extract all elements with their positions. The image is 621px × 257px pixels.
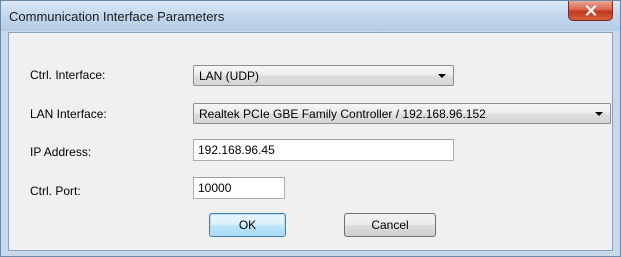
ctrl-port-field-box [193,177,285,199]
close-button[interactable] [568,1,613,21]
ctrl-interface-value: LAN (UDP) [199,69,260,83]
ctrl-port-field[interactable] [198,181,280,195]
title-bar[interactable]: Communication Interface Parameters [1,1,620,31]
lan-interface-value: Realtek PCIe GBE Family Controller / 192… [199,107,486,121]
ctrl-interface-label: Ctrl. Interface: [30,68,106,82]
dialog-client-area: Ctrl. Interface: LAN (UDP) LAN Interface… [8,32,613,251]
chevron-down-icon [595,112,603,116]
ctrl-interface-dropdown[interactable]: LAN (UDP) [193,65,454,86]
ctrl-port-label: Ctrl. Port: [30,184,81,198]
chevron-down-icon [438,74,446,78]
ok-button[interactable]: OK [209,213,286,237]
ip-address-label: IP Address: [30,145,92,159]
close-icon [585,5,596,16]
ip-address-field-box [193,139,454,161]
ip-address-field[interactable] [198,143,449,157]
lan-interface-dropdown[interactable]: Realtek PCIe GBE Family Controller / 192… [193,103,611,124]
cancel-button[interactable]: Cancel [344,213,436,237]
dialog-window: Communication Interface Parameters Ctrl.… [0,0,621,257]
lan-interface-label: LAN Interface: [30,107,107,121]
window-title: Communication Interface Parameters [9,9,225,24]
